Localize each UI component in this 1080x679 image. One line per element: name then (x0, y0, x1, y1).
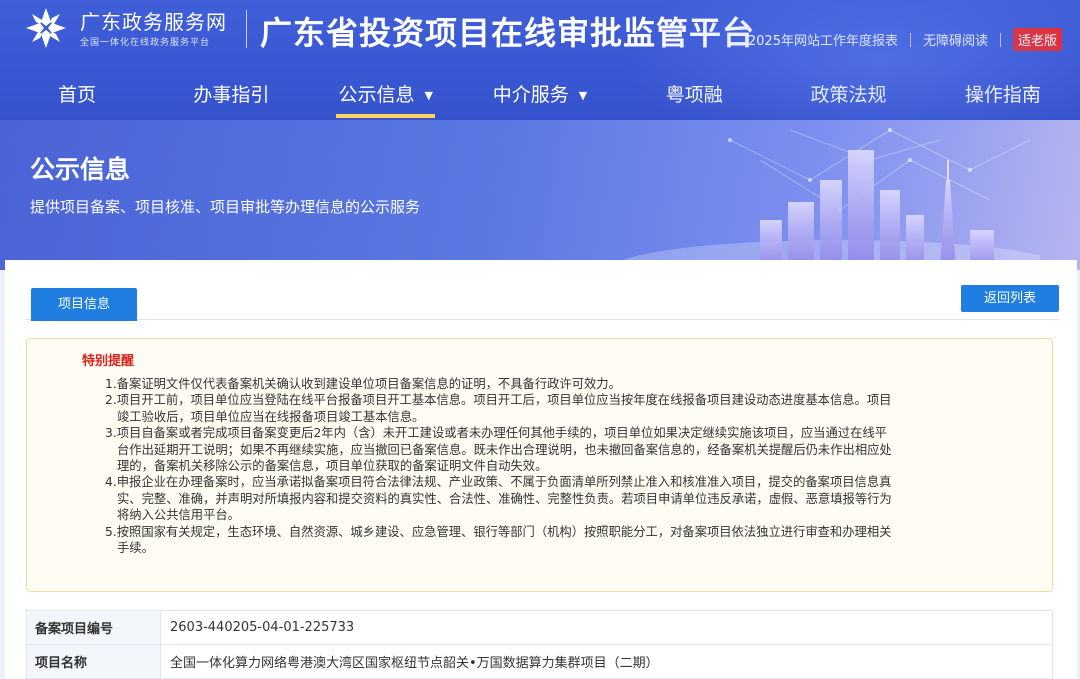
notice-item: 2.项目开工前，项目单位应当登陆在线平台报备项目开工基本信息。项目开工后，项目单… (105, 393, 892, 424)
platform-title: 广东省投资项目在线审批监管平台 (260, 14, 756, 52)
field-label: 项目名称 (26, 644, 161, 679)
project-info-table: 备案项目编号 2603-440205-04-01-225733 项目名称 全国一… (26, 610, 1053, 679)
nav-label: 公示信息 (338, 84, 415, 106)
annual-report-link[interactable]: 2025年网站工作年度报表 (748, 30, 898, 49)
nav-label: 粤项融 (665, 84, 723, 106)
table-row: 项目名称 全国一体化算力网络粤港澳大湾区国家枢纽节点韶关•万国数据算力集群项目（… (26, 644, 1053, 679)
nav-item-public-info[interactable]: 公示信息 ▼ (309, 70, 463, 120)
caret-down-icon: ▼ (424, 88, 433, 102)
accessibility-link[interactable]: 无障碍阅读 (923, 30, 988, 49)
nav-item-home[interactable]: 首页 (0, 70, 154, 120)
caret-down-icon: ▼ (578, 88, 588, 102)
content-card: 项目信息 返回列表 特别提醒 1.备案证明文件仅代表备案机关确认收到建设单位项目… (5, 260, 1077, 679)
brand-subtitle: 全国一体化在线政务服务平台 (80, 38, 211, 48)
nav-item-guide[interactable]: 办事指引 (154, 70, 308, 120)
link-separator (999, 32, 1001, 47)
brand-divider (246, 10, 247, 48)
field-value: 全国一体化算力网络粤港澳大湾区国家枢纽节点韶关•万国数据算力集群项目（二期） (160, 644, 1053, 679)
notice-box: 特别提醒 1.备案证明文件仅代表备案机关确认收到建设单位项目备案信息的证明，不具… (26, 338, 1053, 592)
notice-item: 1.备案证明文件仅代表备案机关确认收到建设单位项目备案信息的证明，不具备行政许可… (105, 377, 621, 391)
top-links: 2025年网站工作年度报表 无障碍阅读 适老版 (748, 28, 1062, 51)
nav-item-yuexiangrong[interactable]: 粤项融 (617, 70, 771, 120)
table-row: 备案项目编号 2603-440205-04-01-225733 (26, 610, 1053, 645)
notice-title: 特别提醒 (82, 354, 135, 369)
notice-item: 3.项目自备案或者完成项目备案变更后2年内（含）未开工建设或者未办理任何其他手续… (105, 426, 892, 474)
banner-description: 提供项目备案、项目核准、项目审批等办理信息的公示服务 (30, 198, 421, 216)
field-label: 备案项目编号 (26, 610, 161, 645)
nav-label: 首页 (58, 84, 97, 106)
brand-name[interactable]: 广东政务服务网 (80, 6, 227, 35)
nav-label: 中介服务 (492, 84, 569, 106)
site-header: 广东政务服务网 全国一体化在线政务服务平台 广东省投资项目在线审批监管平台 20… (0, 0, 1080, 120)
notice-item: 5.按照国家有关规定，生态环境、自然资源、城乡建设、应急管理、银行等部门（机构）… (105, 524, 892, 556)
tab-bar: 项目信息 返回列表 (25, 285, 1059, 321)
nav-label: 操作指南 (964, 84, 1041, 106)
nav-label: 办事指引 (193, 84, 270, 106)
city-skyline-illustration (610, 128, 1040, 270)
nav-item-policy[interactable]: 政策法规 (771, 70, 925, 120)
link-separator (909, 32, 911, 47)
nav-item-manual[interactable]: 操作指南 (926, 70, 1080, 120)
logo-icon[interactable] (24, 6, 68, 50)
page-banner: 公示信息 提供项目备案、项目核准、项目审批等办理信息的公示服务 (0, 120, 1080, 270)
nav-label: 政策法规 (810, 84, 887, 106)
notice-list: 1.备案证明文件仅代表备案机关确认收到建设单位项目备案信息的证明，不具备行政许可… (105, 376, 895, 556)
banner-title: 公示信息 (30, 155, 131, 184)
elder-mode-button[interactable]: 适老版 (1012, 28, 1062, 51)
field-value: 2603-440205-04-01-225733 (160, 610, 1053, 645)
tab-project-info[interactable]: 项目信息 (31, 288, 137, 321)
back-to-list-button[interactable]: 返回列表 (961, 285, 1059, 312)
main-nav: 首页 办事指引 公示信息 ▼ 中介服务 ▼ 粤项融 政策法规 操作指南 (0, 70, 1080, 120)
nav-item-agency-service[interactable]: 中介服务 ▼ (463, 70, 617, 120)
notice-item: 4.申报企业在办理备案时，应当承诺拟备案项目符合法律法规、产业政策、不属于负面清… (105, 475, 892, 523)
